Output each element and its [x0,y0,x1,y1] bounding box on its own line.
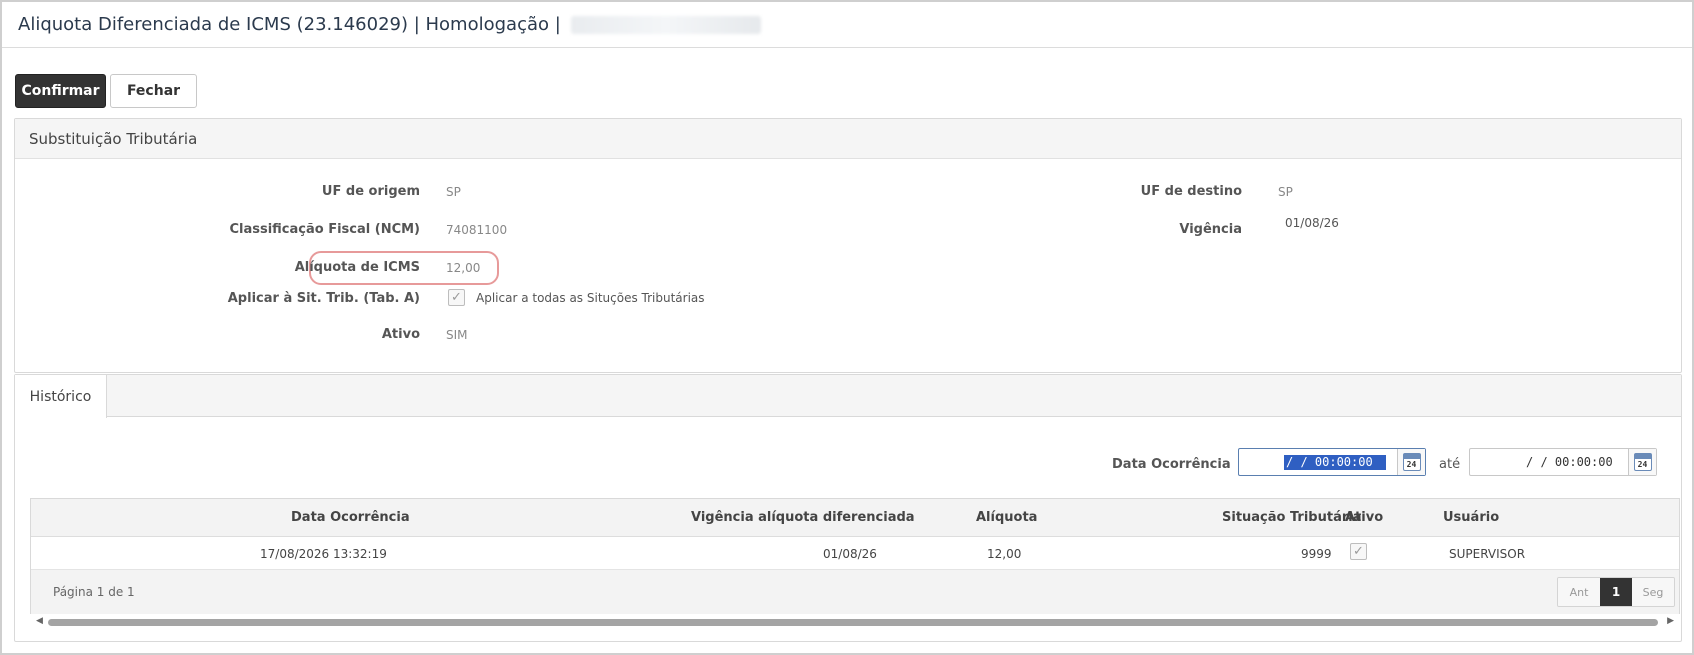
aplicar-sit-trib-label: Aplicar à Sit. Trib. (Tab. A) [227,291,420,306]
cell-situacao: 9999 [1301,547,1332,561]
table-row[interactable]: 17/08/2026 13:32:19 01/08/26 12,00 9999 … [31,537,1679,570]
panel-title: Substituição Tributária [15,119,1681,159]
date-from-calendar-button[interactable]: 24 [1397,449,1425,475]
scrollbar-thumb[interactable] [48,619,1658,626]
confirm-button[interactable]: Confirmar [15,74,106,108]
date-to-calendar-button[interactable]: 24 [1628,449,1656,475]
col-vigencia[interactable]: Vigência alíquota diferenciada [691,510,915,525]
ncm-label: Classificação Fiscal (NCM) [229,222,420,237]
uf-origem-label: UF de origem [321,184,420,199]
ativo-value: SIM [446,328,468,342]
ativo-label: Ativo [381,327,420,342]
window-frame: Aliquota Diferenciada de ICMS (23.146029… [0,0,1694,655]
col-data-ocorrencia[interactable]: Data Ocorrência [291,510,410,525]
pager-page-1[interactable]: 1 [1600,578,1632,606]
aliquota-icms-value: 12,00 [446,261,481,275]
vigencia-label: Vigência [1179,222,1242,237]
uf-destino-label: UF de destino [1140,184,1242,199]
date-from-input[interactable]: / / 00:00:00 24 [1238,448,1426,476]
pager-next-button[interactable]: Seg [1632,578,1674,606]
cell-ativo-checkbox: ✓ [1350,543,1367,560]
aplicar-todas-text: Aplicar a todas as Situções Tributárias [476,291,705,305]
redacted-environment-name [570,15,761,34]
scroll-right-icon[interactable]: ▶ [1667,616,1674,626]
ncm-value: 74081100 [446,223,508,237]
date-from-value: / / 00:00:00 [1284,455,1386,470]
window-title: Aliquota Diferenciada de ICMS (23.146029… [18,14,561,35]
checkmark-icon: ✓ [1353,544,1364,559]
cell-aliquota: 12,00 [987,547,1022,561]
pager-prev-button[interactable]: Ant [1558,578,1600,606]
data-ocorrencia-filter-label: Data Ocorrência [1112,457,1231,472]
grid-footer: Página 1 de 1 Ant 1 Seg [31,570,1679,614]
vigencia-value: 01/08/26 [1285,216,1339,230]
cell-vigencia: 01/08/26 [823,547,877,561]
pager: Ant 1 Seg [1557,577,1675,607]
cell-usuario: SUPERVISOR [1449,547,1526,561]
col-aliquota[interactable]: Alíquota [976,510,1037,525]
calendar-icon: 24 [1633,453,1652,471]
checkmark-icon: ✓ [451,290,462,305]
tab-historico[interactable]: Histórico [15,375,107,418]
scroll-left-icon[interactable]: ◀ [36,616,43,626]
aliquota-icms-label: Alíquota de ICMS [294,260,420,275]
col-usuario[interactable]: Usuário [1443,510,1499,525]
grid-header: Data Ocorrência Vigência alíquota difere… [31,499,1679,537]
calendar-icon: 24 [1402,453,1421,471]
date-to-input[interactable]: / / 00:00:00 24 [1469,448,1657,476]
history-grid: Data Ocorrência Vigência alíquota difere… [30,498,1680,614]
cell-data-ocorrencia: 17/08/2026 13:32:19 [260,547,387,561]
until-label: até [1439,457,1461,472]
horizontal-scrollbar[interactable]: ◀ ▶ [30,616,1680,628]
tab-strip [15,375,1681,417]
pager-info: Página 1 de 1 [53,585,135,599]
col-ativo[interactable]: Ativo [1345,510,1383,525]
uf-destino-value: SP [1278,185,1293,199]
col-situacao-tributaria[interactable]: Situação Tributária [1222,510,1362,525]
window-title-bar: Aliquota Diferenciada de ICMS (23.146029… [2,2,1692,48]
uf-origem-value: SP [446,185,461,199]
date-to-value: / / 00:00:00 [1526,455,1613,469]
aplicar-todas-checkbox[interactable]: ✓ [448,289,465,306]
close-button[interactable]: Fechar [110,74,197,108]
